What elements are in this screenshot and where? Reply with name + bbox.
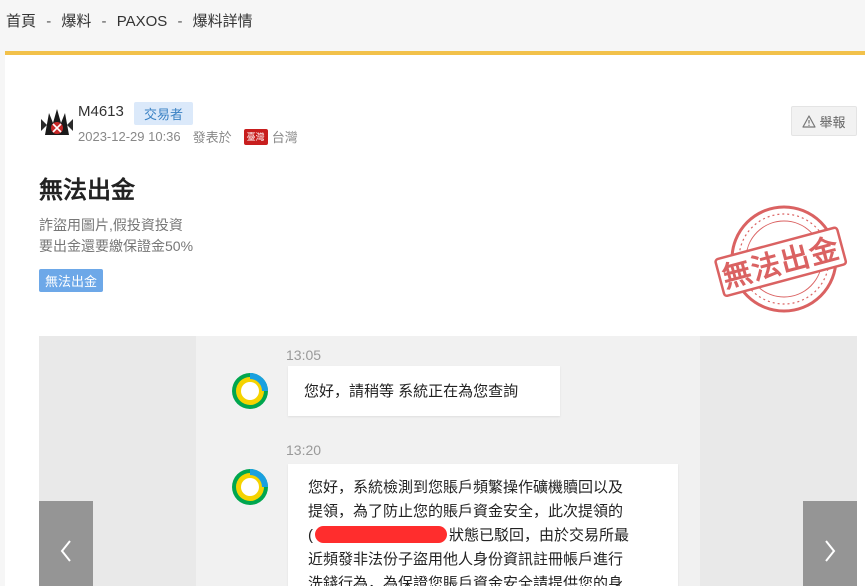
avatar[interactable] [39, 105, 75, 141]
post-title: 無法出金 [39, 177, 135, 204]
breadcrumb-separator: - [46, 13, 52, 30]
breadcrumb-leaks[interactable]: 爆料 [61, 13, 91, 30]
report-label: 舉報 [819, 114, 846, 130]
report-button[interactable]: 舉報 [791, 106, 857, 136]
image-gallery[interactable]: 13:05 您好，請稍等 系統正在為您查詢 13:20 您好，系統檢測到您賬戶頻… [39, 336, 857, 586]
post-region: 台灣 [271, 130, 298, 145]
breadcrumb-home[interactable]: 首頁 [6, 13, 36, 30]
post-meta: 2023-12-29 10:36 發表於 臺灣 台灣 [78, 127, 298, 146]
chat-line: ( 狀態已駁回，由於交易所最 [308, 524, 660, 548]
post-datetime: 2023-12-29 10:36 [78, 129, 181, 144]
post-body: 詐盜用圖片,假投資投資 要出金還要繳保證金50% [39, 215, 193, 257]
paxos-logo-icon [232, 469, 268, 505]
username[interactable]: M4613 [78, 103, 124, 120]
post-body-line: 詐盜用圖片,假投資投資 [39, 217, 183, 233]
chat-message: 您好，請稍等 系統正在為您查詢 [288, 366, 560, 416]
post-body-line: 要出金還要繳保證金50% [39, 238, 194, 254]
stamp: 無法出金 [710, 201, 850, 317]
breadcrumb-paxos[interactable]: PAXOS [117, 13, 168, 30]
chat-line: 近頻發非法份子盜用他人身份資訊註冊帳戶進行 [308, 551, 624, 568]
breadcrumb: 首頁 - 爆料 - PAXOS - 爆料詳情 [6, 10, 253, 31]
breadcrumb-separator: - [101, 13, 107, 30]
stamp-seal-icon: 無法出金 [714, 205, 848, 313]
chat-fragment: 狀態已駁回，由於交易所最 [449, 527, 630, 544]
breadcrumb-separator: - [177, 13, 183, 30]
post-tag[interactable]: 無法出金 [39, 269, 104, 292]
paxos-logo-icon [232, 373, 268, 409]
post-card: M4613 交易者 2023-12-29 10:36 發表於 臺灣 台灣 舉報 … [5, 51, 865, 586]
stamp-text: 無法出金 [719, 231, 844, 295]
message-time: 13:05 [286, 347, 322, 363]
posted-from-label: 發表於 [192, 130, 232, 145]
chat-line: 您好，系統檢測到您賬戶頻繁操作礦機贖回以及 [308, 479, 624, 496]
warning-triangle-icon [802, 114, 817, 128]
role-badge: 交易者 [134, 102, 194, 125]
chevron-left-icon [60, 540, 71, 562]
taiwan-flag-icon: 臺灣 [243, 128, 268, 145]
message-time: 13:20 [286, 442, 322, 458]
chat-line: 提領，為了防止您的賬戶資金安全，此次提領的 [308, 503, 624, 520]
breadcrumb-current: 爆料詳情 [192, 13, 253, 30]
chat-line: 洗錢行為，為保證您賬戶資金安全請提供您的身 [308, 575, 624, 586]
chat-screenshot: 13:05 您好，請稍等 系統正在為您查詢 13:20 您好，系統檢測到您賬戶頻… [196, 336, 700, 586]
gallery-next-button[interactable] [803, 501, 857, 586]
chat-message: 您好，系統檢測到您賬戶頻繁操作礦機贖回以及 提領，為了防止您的賬戶資金安全，此次… [288, 464, 678, 586]
redaction-mark [315, 526, 447, 543]
avatar-image [39, 105, 75, 141]
chevron-right-icon [825, 540, 836, 562]
chat-fragment: ( [308, 527, 313, 544]
gallery-prev-button[interactable] [39, 501, 93, 586]
